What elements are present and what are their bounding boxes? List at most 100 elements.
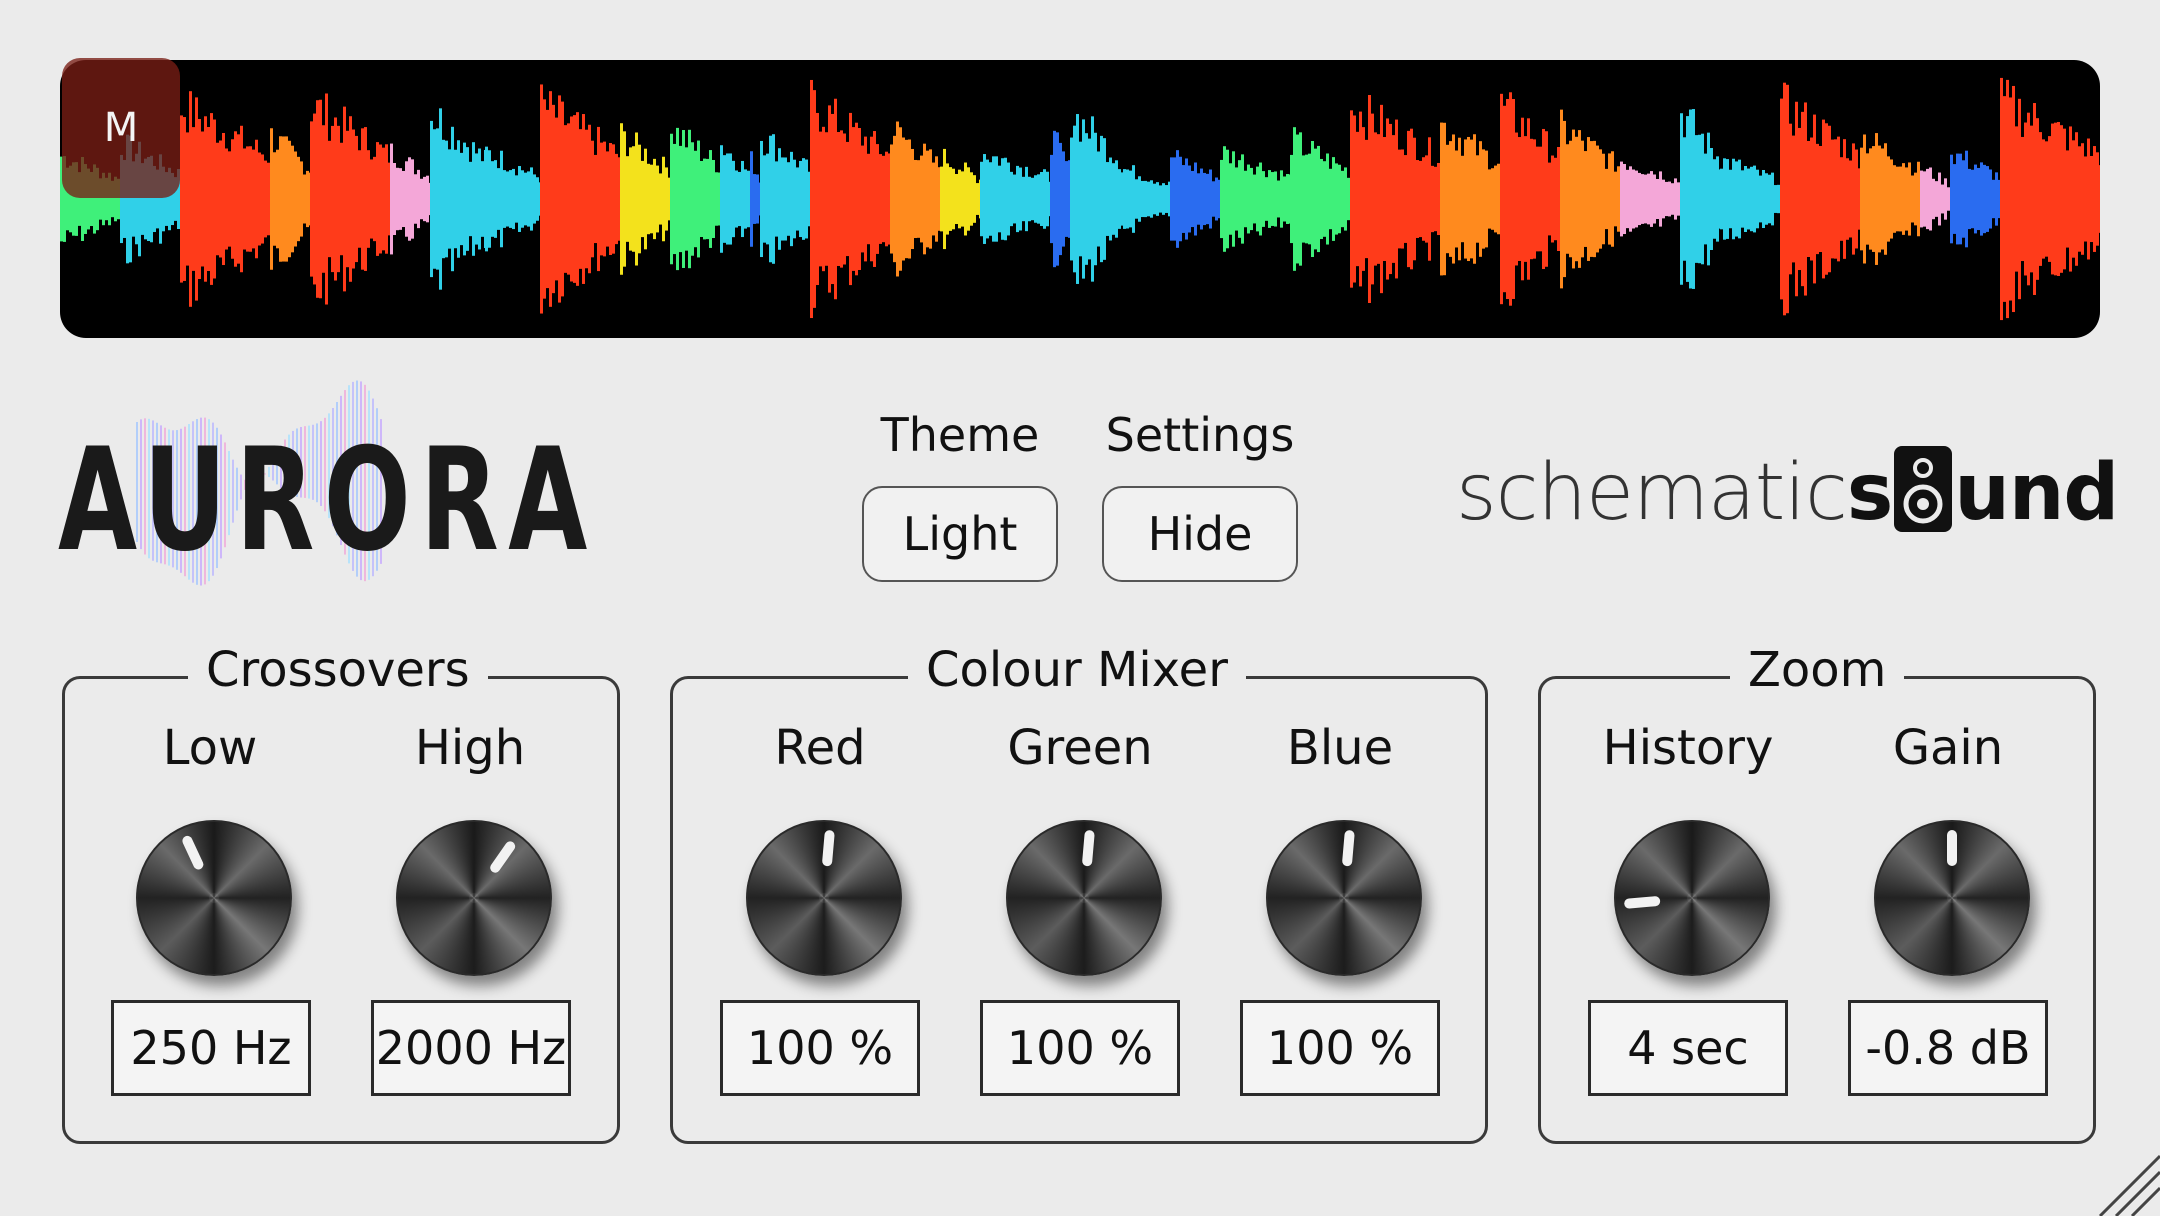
- waveform-bar: [2072, 140, 2075, 258]
- waveform-bar: [955, 173, 958, 225]
- waveform-bar: [1053, 130, 1056, 268]
- waveform-bar: [231, 139, 234, 259]
- waveform-bar: [1440, 122, 1443, 276]
- waveform-bar: [1825, 123, 1828, 275]
- waveform-bar: [1995, 172, 1998, 226]
- waveform-bar: [1509, 92, 1512, 306]
- red-knob[interactable]: [746, 820, 902, 976]
- waveform-bar: [1569, 140, 1572, 258]
- waveform-bar: [497, 168, 500, 230]
- waveform-bar: [472, 142, 475, 256]
- waveform-bar: [1810, 137, 1813, 261]
- brand-logo: schematic s und: [1456, 446, 2119, 538]
- waveform-bar: [1828, 125, 1831, 273]
- waveform-bar: [1296, 134, 1299, 264]
- colour-mixer-title: Colour Mixer: [908, 640, 1246, 700]
- resize-grip-icon[interactable]: [2090, 1146, 2160, 1216]
- red-value-field[interactable]: 100 %: [720, 1000, 920, 1096]
- waveform-bar: [1602, 153, 1605, 245]
- history-knob[interactable]: [1614, 820, 1770, 976]
- gain-value-field[interactable]: -0.8 dB: [1848, 1000, 2048, 1096]
- waveform-bar: [337, 125, 340, 273]
- waveform-bar: [2042, 139, 2045, 259]
- waveform-bar: [1150, 180, 1153, 218]
- waveform-bar: [234, 131, 237, 267]
- waveform-bar: [1843, 139, 1846, 259]
- waveform-bar: [1244, 170, 1247, 228]
- waveform-bar: [1623, 163, 1626, 235]
- waveform-bar: [1665, 181, 1668, 217]
- history-value-field[interactable]: 4 sec: [1588, 1000, 1788, 1096]
- low-label: Low: [162, 720, 258, 776]
- waveform-bar: [1980, 162, 1983, 236]
- waveform-bar: [1350, 110, 1353, 288]
- history-knob-indicator: [1623, 895, 1661, 909]
- waveform-bar: [1428, 137, 1431, 261]
- waveform-display[interactable]: [60, 60, 2100, 338]
- waveform-bar: [469, 161, 472, 237]
- high-knob[interactable]: [396, 820, 552, 976]
- waveform-bar: [772, 134, 775, 264]
- waveform-bar: [1443, 122, 1446, 276]
- waveform-bar: [923, 143, 926, 255]
- waveform-bar: [370, 159, 373, 239]
- waveform-bar: [1147, 181, 1150, 217]
- low-value-field[interactable]: 250 Hz: [111, 1000, 311, 1096]
- waveform-bar: [1464, 139, 1467, 259]
- waveform-bar: [2024, 122, 2027, 276]
- waveform-bar: [1473, 134, 1476, 264]
- waveform-bar: [1019, 167, 1022, 231]
- waveform-bar: [843, 133, 846, 265]
- gain-knob[interactable]: [1874, 820, 2030, 976]
- waveform-bar: [1302, 155, 1305, 243]
- waveform-bar: [1226, 149, 1229, 249]
- waveform-bar: [558, 95, 561, 303]
- waveform-bar: [1539, 146, 1542, 252]
- waveform-bar: [1062, 151, 1065, 247]
- waveform-bar: [946, 163, 949, 235]
- waveform-bar: [793, 159, 796, 239]
- blue-value-field[interactable]: 100 %: [1240, 1000, 1440, 1096]
- waveform-bar: [1989, 169, 1992, 229]
- waveform-bar: [1413, 137, 1416, 261]
- waveform-bar: [2066, 150, 2069, 248]
- waveform-bar: [1911, 175, 1914, 223]
- waveform-bar: [2006, 79, 2009, 319]
- waveform-bar: [186, 132, 189, 266]
- waveform-bar: [781, 157, 784, 241]
- waveform-bar: [1965, 150, 1968, 248]
- waveform-bar: [2090, 155, 2093, 243]
- waveform-bar: [1283, 176, 1286, 222]
- waveform-bar: [1241, 154, 1244, 244]
- waveform-bar: [1962, 160, 1965, 238]
- waveform-bar: [1849, 160, 1852, 238]
- green-knob[interactable]: [1006, 820, 1162, 976]
- blue-knob[interactable]: [1266, 820, 1422, 976]
- high-value-field[interactable]: 2000 Hz: [371, 1000, 571, 1096]
- waveform-bar: [760, 140, 763, 258]
- waveform-bar: [533, 174, 536, 224]
- waveform-bar: [1191, 170, 1194, 228]
- green-value-field[interactable]: 100 %: [980, 1000, 1180, 1096]
- waveform-bar: [1170, 157, 1173, 241]
- waveform-bar: [1593, 140, 1596, 258]
- low-knob[interactable]: [136, 820, 292, 976]
- waveform-bar: [1123, 169, 1126, 229]
- waveform-bar: [2096, 152, 2099, 246]
- waveform-bar: [1992, 179, 1995, 219]
- theme-button[interactable]: Light: [862, 486, 1058, 582]
- waveform-bar: [1866, 153, 1869, 245]
- waveform-bar: [1899, 166, 1902, 232]
- waveform-bar: [958, 169, 961, 229]
- waveform-bar: [1816, 143, 1819, 255]
- marker-button[interactable]: M: [62, 58, 180, 198]
- waveform-bar: [270, 128, 273, 270]
- waveform-bar: [1079, 141, 1082, 257]
- waveform-bar: [799, 160, 802, 238]
- settings-button[interactable]: Hide: [1102, 486, 1298, 582]
- waveform-bar: [379, 144, 382, 254]
- waveform-bar: [1860, 147, 1863, 251]
- waveform-bar: [294, 151, 297, 247]
- waveform-bar: [2012, 85, 2015, 313]
- waveform-bar: [1677, 182, 1680, 216]
